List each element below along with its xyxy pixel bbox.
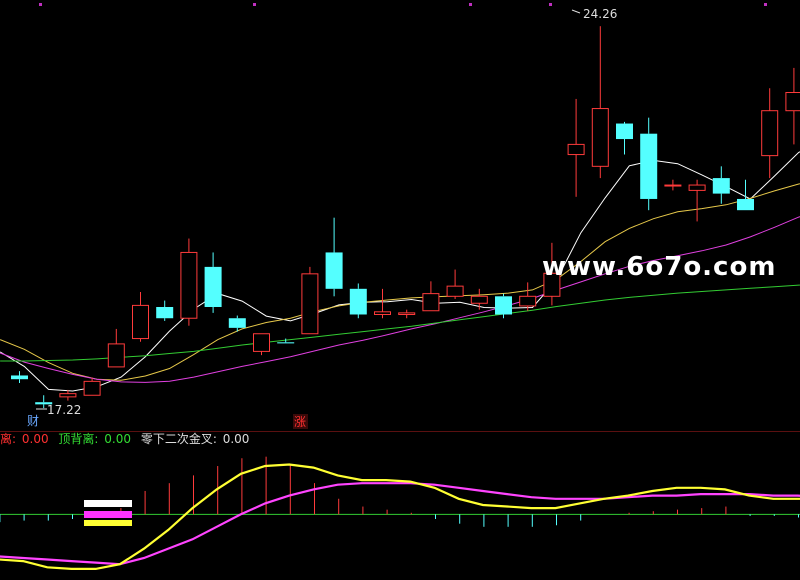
signal-stripe-white: [84, 500, 132, 507]
candle-body-up: [107, 343, 125, 368]
candle: [228, 315, 246, 332]
candle: [156, 300, 174, 321]
candle: [712, 166, 730, 204]
candle-body-down: [11, 375, 28, 380]
candle-body-down: [712, 178, 730, 194]
top-tick-4: [764, 3, 767, 6]
candle: [349, 283, 367, 319]
candle: [398, 309, 416, 319]
top-tick-1: [253, 3, 256, 6]
candle-body-up: [785, 92, 800, 112]
candle: [83, 377, 101, 396]
candle: [567, 98, 585, 197]
high-price-label: 24.26: [583, 7, 617, 21]
high-marker-line: [571, 9, 581, 14]
signal-block: [84, 500, 132, 526]
candle: [688, 179, 706, 222]
candle-body-up: [83, 380, 101, 396]
bottom-divergence-value: 0.00: [21, 432, 49, 446]
candle-body-down: [325, 252, 343, 289]
candle-body-up: [567, 143, 585, 156]
candle-body-up: [446, 285, 464, 297]
candle: [422, 281, 440, 312]
center-marker: 涨: [294, 414, 306, 429]
candle-body-down: [228, 318, 246, 328]
candle-body-down: [495, 296, 512, 315]
signal-stripe-yellow: [84, 520, 132, 526]
candle-body-up: [591, 108, 609, 167]
stock-chart: 24.26 17.22 财 涨: [0, 3, 800, 571]
candle: [761, 88, 779, 179]
top-divergence-label: 顶背离:: [58, 432, 99, 446]
candle-body-up: [301, 273, 319, 335]
candle: [11, 371, 28, 383]
candle: [640, 117, 658, 211]
candle-body-up: [422, 293, 440, 312]
candle-body-up: [374, 311, 391, 315]
candle-body-down: [349, 288, 367, 315]
candle: [664, 179, 682, 191]
candle: [253, 333, 270, 356]
candle-body-up: [398, 312, 416, 315]
candle: [446, 269, 464, 299]
candle-body-up: [180, 251, 198, 319]
top-tick-0: [39, 3, 42, 6]
candle-body-down: [616, 123, 633, 140]
candle-body-down: [640, 133, 658, 199]
candle: [204, 252, 222, 313]
top-tick-3: [549, 3, 552, 6]
candle-body-up: [688, 184, 706, 191]
candle: [785, 67, 800, 145]
top-divergence-value: 0.00: [104, 432, 132, 446]
cross-value: 0.00: [222, 432, 250, 446]
signal-stripe-magenta: [84, 511, 132, 518]
candle: [107, 328, 125, 368]
candle-body-down: [737, 198, 754, 211]
candle: [470, 288, 488, 310]
candle-body-up: [253, 333, 270, 352]
candle-body-down: [204, 266, 222, 307]
watermark: www.6o7o.com: [542, 252, 777, 282]
candle: [737, 179, 754, 211]
candle: [591, 26, 609, 179]
candle-body-up: [470, 295, 488, 304]
candle-body-up: [132, 304, 149, 340]
candle-body-up: [761, 110, 779, 157]
left-marker: 财: [27, 414, 39, 428]
candle: [374, 288, 391, 319]
indicator-legend: 离: 0.00 顶背离: 0.00 零下二次金叉: 0.00: [0, 430, 251, 446]
candle-body-down: [156, 307, 174, 319]
candle-body-up: [59, 393, 77, 398]
candle: [325, 217, 343, 297]
candle: [132, 292, 149, 342]
top-tick-2: [469, 3, 472, 6]
candles: [11, 26, 800, 409]
candle: [180, 238, 198, 326]
candle: [59, 389, 77, 401]
cross-label: 零下二次金叉:: [140, 432, 217, 446]
low-price-label: 17.22: [47, 403, 81, 417]
candle: [616, 121, 633, 155]
candle-body-up: [519, 295, 537, 307]
candle-body-down: [277, 342, 295, 344]
candle: [301, 266, 319, 335]
candle-body-up: [664, 184, 682, 187]
bottom-divergence-label: 离:: [0, 432, 17, 446]
